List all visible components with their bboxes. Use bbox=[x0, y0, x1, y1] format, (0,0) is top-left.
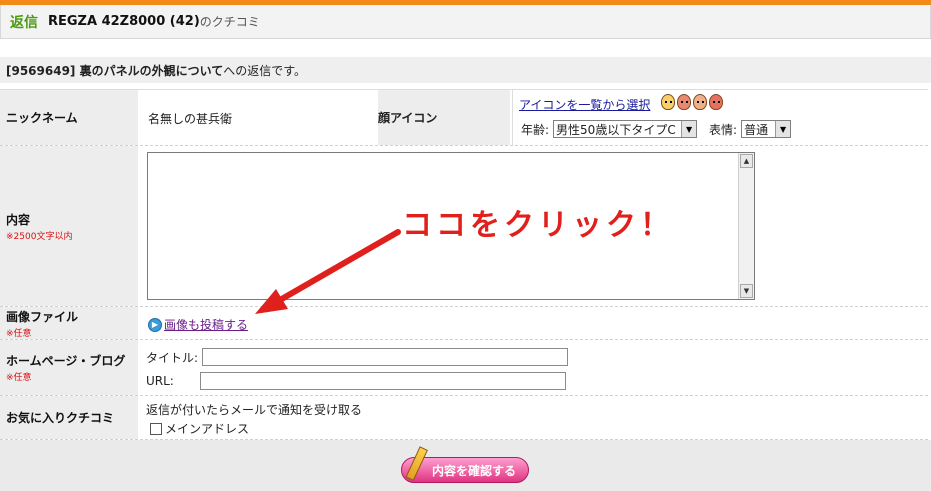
face-icon-preview bbox=[661, 94, 723, 110]
image-file-row: 画像ファイル ※任意 ▶ 画像も投稿する bbox=[0, 307, 928, 340]
face-icon-area: アイコンを一覧から選択 年齢: 男性50歳以下タイプC ▼ 表情: 普通 ▼ bbox=[512, 90, 928, 145]
reply-form: ニックネーム 名無しの甚兵衛 顔アイコン アイコンを一覧から選択 年齢: 男性5… bbox=[0, 89, 928, 440]
scroll-down-icon[interactable]: ▼ bbox=[740, 284, 753, 298]
url-line: URL: bbox=[146, 372, 566, 390]
nickname-value: 名無しの甚兵衛 bbox=[148, 112, 233, 126]
homepage-label-cell: ホームページ・ブログ ※任意 bbox=[0, 340, 138, 395]
age-label: 年齢: bbox=[521, 122, 550, 137]
main-address-checkbox-row[interactable]: メインアドレス bbox=[150, 420, 249, 437]
nickname-value-cell: 名無しの甚兵衛 顔アイコン アイコンを一覧から選択 年齢: 男性50歳以下タイプ… bbox=[140, 90, 928, 145]
page-header: 返信 REGZA 42Z8000 (42) のクチコミ bbox=[0, 5, 931, 39]
face-avatar-icon[interactable] bbox=[709, 94, 723, 110]
face-icon-label: 顔アイコン bbox=[378, 111, 438, 125]
nickname-label: ニックネーム bbox=[6, 111, 78, 125]
thread-title: [9569649] 裏のパネルの外観について bbox=[6, 63, 224, 78]
favorite-label: お気に入りクチコミ bbox=[6, 411, 115, 425]
header-suffix: のクチコミ bbox=[199, 15, 260, 29]
age-select-value: 男性50歳以下タイプC bbox=[556, 122, 676, 137]
content-label-cell: 内容 ※2500文字以内 bbox=[0, 146, 138, 306]
textarea-scrollbar[interactable]: ▲ ▼ bbox=[738, 153, 754, 299]
dropdown-arrow-icon: ▼ bbox=[775, 121, 791, 137]
title-label: タイトル: bbox=[146, 350, 199, 365]
content-label: 内容 bbox=[6, 212, 31, 227]
main-address-checkbox[interactable] bbox=[150, 422, 162, 435]
reply-target-text: への返信です。 bbox=[223, 63, 307, 78]
nickname-label-cell: ニックネーム bbox=[0, 90, 138, 145]
dropdown-arrow-icon: ▼ bbox=[681, 121, 697, 137]
nickname-row: ニックネーム 名無しの甚兵衛 顔アイコン アイコンを一覧から選択 年齢: 男性5… bbox=[0, 90, 928, 146]
image-note: ※任意 bbox=[6, 328, 32, 339]
face-icon-label-cell: 顔アイコン bbox=[378, 90, 510, 145]
image-upload-link[interactable]: 画像も投稿する bbox=[164, 316, 248, 333]
expression-label: 表情: bbox=[709, 122, 738, 137]
image-label-cell: 画像ファイル ※任意 bbox=[0, 307, 138, 339]
age-select[interactable]: 男性50歳以下タイプC ▼ bbox=[553, 120, 698, 138]
image-upload-link-wrap[interactable]: ▶ 画像も投稿する bbox=[148, 316, 248, 333]
scroll-up-icon[interactable]: ▲ bbox=[740, 154, 753, 168]
face-avatar-icon[interactable] bbox=[693, 94, 707, 110]
main-address-label: メインアドレス bbox=[165, 422, 250, 436]
notify-text: 返信が付いたらメールで通知を受け取る bbox=[146, 403, 363, 417]
favorite-row: お気に入りクチコミ 返信が付いたらメールで通知を受け取る メインアドレス bbox=[0, 396, 928, 440]
url-input[interactable] bbox=[199, 372, 566, 390]
image-value-cell: ▶ 画像も投稿する bbox=[140, 307, 928, 339]
favorite-label-cell: お気に入りクチコミ bbox=[0, 396, 138, 439]
reply-label: 返信 bbox=[10, 14, 38, 31]
homepage-label: ホームページ・ブログ bbox=[6, 354, 126, 368]
play-arrow-icon: ▶ bbox=[148, 317, 162, 332]
expression-select[interactable]: 普通 ▼ bbox=[741, 120, 792, 138]
favorite-value-cell: 返信が付いたらメールで通知を受け取る メインアドレス bbox=[140, 396, 928, 439]
product-name: REGZA 42Z8000 (42) bbox=[48, 14, 200, 29]
url-label: URL: bbox=[146, 374, 174, 388]
homepage-value-cell: タイトル: URL: bbox=[140, 340, 928, 395]
face-avatar-icon[interactable] bbox=[661, 94, 675, 110]
content-note: ※2500文字以内 bbox=[6, 231, 73, 242]
title-input[interactable] bbox=[202, 348, 569, 366]
icon-list-link[interactable]: アイコンを一覧から選択 bbox=[519, 96, 650, 113]
homepage-row: ホームページ・ブログ ※任意 タイトル: URL: bbox=[0, 340, 928, 396]
reply-target-bar: [9569649] 裏のパネルの外観について への返信です。 bbox=[0, 57, 931, 83]
face-avatar-icon[interactable] bbox=[677, 94, 691, 110]
expression-select-value: 普通 bbox=[744, 122, 769, 137]
annotation-text: ココをクリック！ bbox=[402, 208, 674, 243]
image-label: 画像ファイル bbox=[6, 309, 79, 324]
age-expression-row: 年齢: 男性50歳以下タイプC ▼ 表情: 普通 ▼ bbox=[521, 120, 792, 138]
title-line: タイトル: bbox=[146, 348, 569, 366]
homepage-note: ※任意 bbox=[6, 373, 32, 383]
